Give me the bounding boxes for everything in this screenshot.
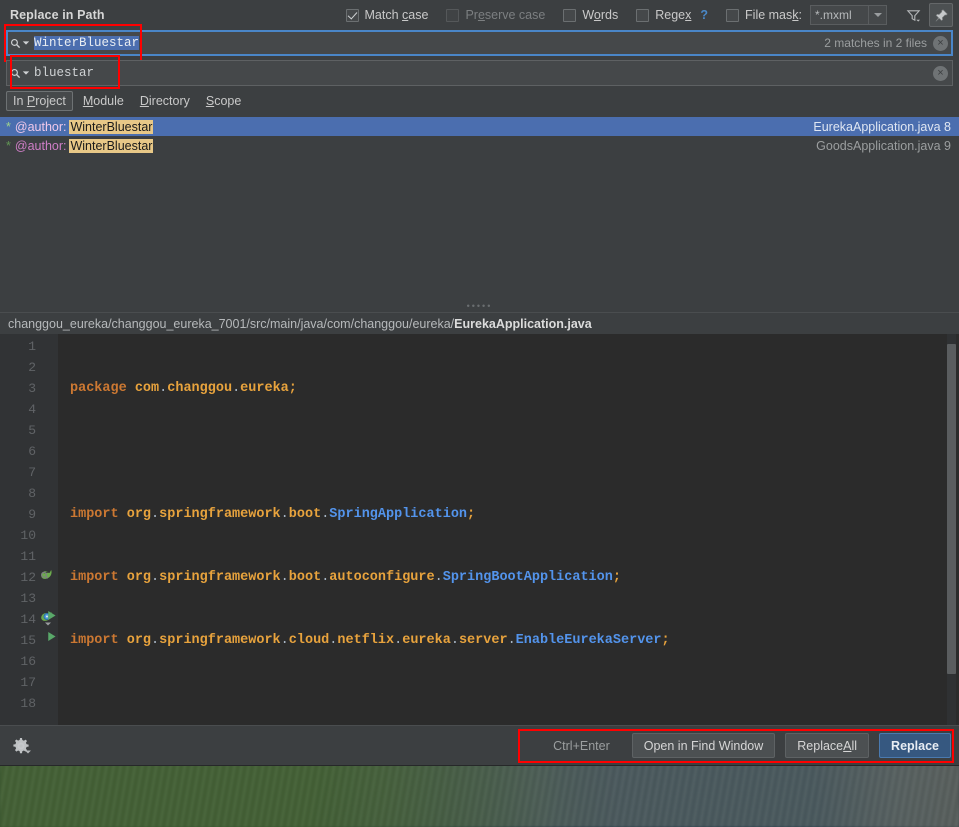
breadcrumb: changgou_eureka/changgou_eureka_7001/src… <box>0 312 959 334</box>
scope-scope[interactable]: Scope <box>200 92 247 110</box>
panel-splitter[interactable]: ••••• <box>0 300 959 312</box>
replace-button[interactable]: Replace <box>879 733 951 758</box>
file-mask-label: File mask: <box>745 8 802 22</box>
file-mask-checkbox[interactable] <box>726 8 740 22</box>
result-match: WinterBluestar <box>69 138 154 153</box>
run-triangle-icon-svg <box>48 611 56 620</box>
dialog-footer: Ctrl+Enter Open in Find Window Replace A… <box>0 725 959 765</box>
code-editor[interactable]: 1 2 3 4 5 6 7 8 9 10 11 12 13 14 15 16 1… <box>0 334 959 725</box>
line-number: 6 <box>28 444 36 459</box>
replace-field-wrap: bluestar × <box>0 55 959 89</box>
words-option[interactable]: Words <box>563 8 618 22</box>
pin-icon[interactable] <box>929 3 953 27</box>
spring-bean-gutter-icon-svg <box>41 569 52 579</box>
scope-module[interactable]: Module <box>77 92 130 110</box>
gear-icon[interactable] <box>12 737 31 755</box>
replace-input-text[interactable]: bluestar <box>30 66 933 80</box>
result-tag: @author: <box>14 138 67 153</box>
dialog-header: Replace in Path Match case Preserve case… <box>0 0 959 30</box>
line-number: 17 <box>20 675 36 690</box>
shortcut-hint: Ctrl+Enter <box>553 738 610 753</box>
file-mask-option[interactable]: File mask: *.mxml <box>726 5 887 25</box>
replace-input[interactable]: bluestar × <box>6 60 953 86</box>
regex-label: Regex <box>655 8 692 22</box>
table-row[interactable]: * @author: WinterBluestar EurekaApplicat… <box>0 117 959 136</box>
line-number: 3 <box>28 381 36 396</box>
search-input[interactable]: WinterBluestar 2 matches in 2 files × <box>6 30 953 56</box>
replace-in-path-dialog: Replace in Path Match case Preserve case… <box>0 0 959 766</box>
line-number: 16 <box>20 654 36 669</box>
regex-checkbox[interactable] <box>636 8 650 22</box>
regex-option[interactable]: Regex ? <box>636 8 708 22</box>
result-star: * <box>6 138 11 153</box>
code-line: import org.springframework.cloud.netflix… <box>70 633 670 648</box>
clear-replace-icon[interactable]: × <box>933 65 948 81</box>
search-input-text[interactable]: WinterBluestar <box>30 36 824 50</box>
words-checkbox[interactable] <box>563 8 577 22</box>
line-number: 8 <box>28 486 36 501</box>
preserve-case-option[interactable]: Preserve case <box>446 8 545 22</box>
results-list[interactable]: * @author: WinterBluestar EurekaApplicat… <box>0 117 959 300</box>
words-label: Words <box>582 8 619 22</box>
line-number: 9 <box>28 507 36 522</box>
scope-in-project[interactable]: In Project <box>6 91 73 111</box>
code-line: import org.springframework.boot.autoconf… <box>70 570 621 585</box>
chevron-down-icon[interactable] <box>868 6 886 24</box>
code-content[interactable]: package com.changgou.eureka; import org.… <box>58 334 959 725</box>
line-number: 10 <box>20 528 36 543</box>
preserve-case-checkbox[interactable] <box>446 8 460 22</box>
breadcrumb-file: EurekaApplication.java <box>454 316 592 331</box>
line-number: 2 <box>28 360 36 375</box>
splitter-grip-icon: ••••• <box>466 301 493 311</box>
open-in-find-window-button[interactable]: Open in Find Window <box>631 733 776 758</box>
match-case-option[interactable]: Match case <box>345 8 429 22</box>
line-number: 18 <box>20 696 36 711</box>
preserve-case-label: Preserve case <box>465 8 546 22</box>
run-triangle-icon-svg <box>48 632 56 641</box>
result-star: * <box>6 119 11 134</box>
table-row[interactable]: * @author: WinterBluestar GoodsApplicati… <box>0 136 959 155</box>
filter-icon-svg <box>906 9 920 22</box>
result-tag: @author: <box>14 119 67 134</box>
search-icon-svg <box>10 38 21 48</box>
pin-icon-svg <box>935 8 948 22</box>
filter-icon[interactable] <box>901 3 925 27</box>
result-file: GoodsApplication.java 9 <box>816 138 951 153</box>
match-case-checkbox[interactable] <box>345 8 359 22</box>
line-number: 1 <box>28 339 36 354</box>
scope-tabs: In Project Module Directory Scope <box>0 89 959 113</box>
line-number: 13 <box>20 591 36 606</box>
line-number: 5 <box>28 423 36 438</box>
page-title: Replace in Path <box>10 8 105 22</box>
regex-help-link[interactable]: ? <box>700 8 708 22</box>
spring-bean-gutter-icon[interactable] <box>39 567 54 582</box>
editor-gutter[interactable]: 1 2 3 4 5 6 7 8 9 10 11 12 13 14 15 16 1… <box>0 334 58 725</box>
search-icon-svg <box>10 68 21 78</box>
file-mask-value: *.mxml <box>815 8 852 22</box>
line-number: 11 <box>20 549 36 564</box>
breadcrumb-path: changgou_eureka/changgou_eureka_7001/src… <box>8 316 455 331</box>
search-field-wrap: WinterBluestar 2 matches in 2 files × <box>0 24 959 62</box>
match-count-label: 2 matches in 2 files <box>824 36 927 50</box>
line-number: 7 <box>28 465 36 480</box>
preview-panel: changgou_eureka/changgou_eureka_7001/src… <box>0 312 959 725</box>
result-file: EurekaApplication.java 8 <box>813 119 951 134</box>
code-line: package com.changgou.eureka; <box>70 381 297 396</box>
search-icon[interactable] <box>10 37 30 50</box>
line-number: 4 <box>28 402 36 417</box>
code-line: import org.springframework.boot.SpringAp… <box>70 507 476 522</box>
scope-directory[interactable]: Directory <box>134 92 196 110</box>
match-case-label: Match case <box>364 8 429 22</box>
replace-all-button[interactable]: Replace All <box>785 733 870 758</box>
editor-scrollbar-thumb[interactable] <box>947 344 956 674</box>
result-match: WinterBluestar <box>69 119 154 134</box>
file-mask-combo[interactable]: *.mxml <box>810 5 887 25</box>
replace-search-icon[interactable] <box>10 67 30 80</box>
clear-search-icon[interactable]: × <box>933 35 948 51</box>
